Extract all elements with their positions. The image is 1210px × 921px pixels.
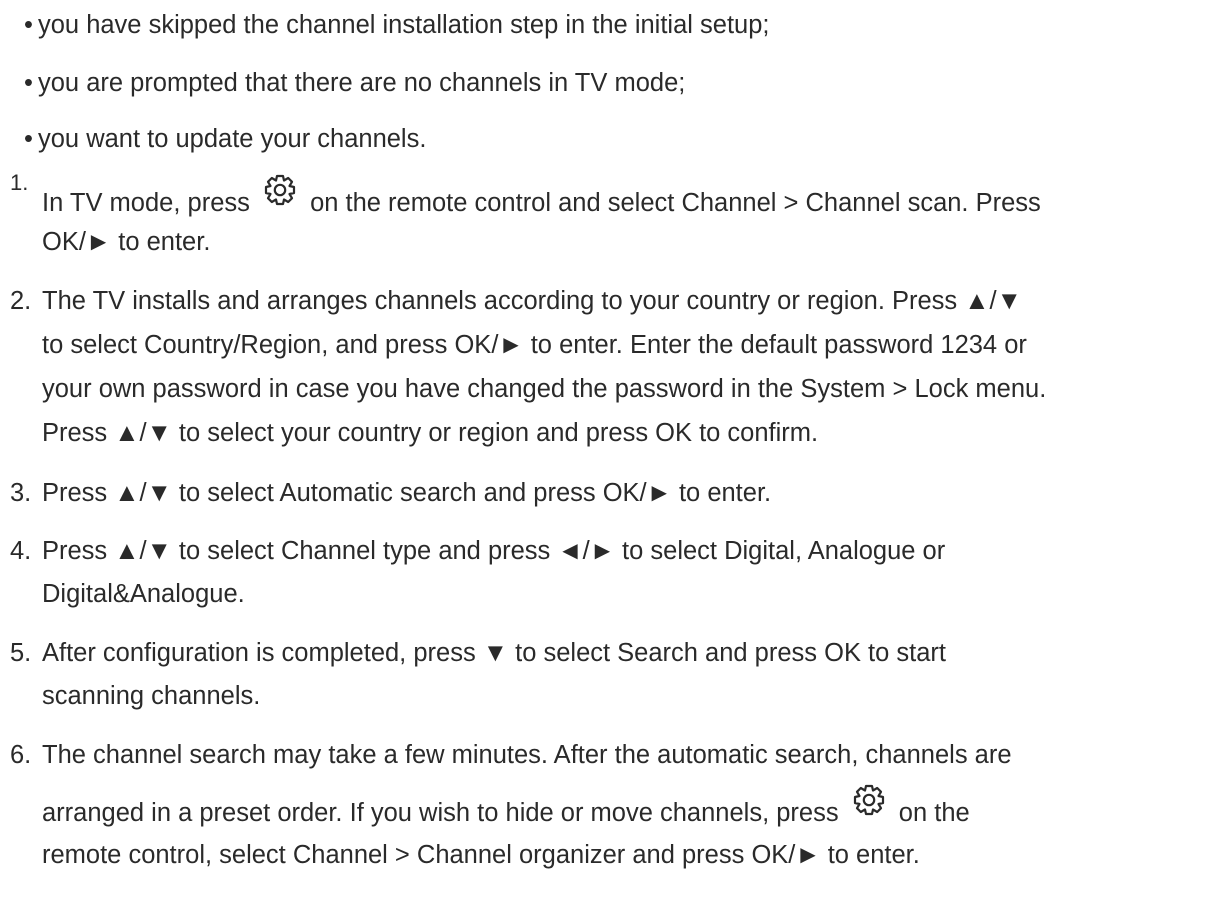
step-4-line-2: Digital&Analogue. <box>42 580 245 608</box>
step-2-number: 2. <box>10 287 32 315</box>
step-5-line-2: scanning channels. <box>42 682 261 710</box>
step-2-line-3: your own password in case you have chang… <box>42 375 1047 403</box>
step-1-number: 1. <box>10 170 29 195</box>
step-1-line-1: In TV mode, press on the remote control … <box>42 175 1041 222</box>
bullet-symbol: • <box>24 11 33 39</box>
bullet-symbol: • <box>24 69 33 97</box>
bullet-text: you have skipped the channel installatio… <box>38 11 770 39</box>
step-2-line-2: to select Country/Region, and press OK/►… <box>42 331 1027 359</box>
bullet-symbol: • <box>24 125 33 153</box>
step-3-line-1: Press ▲/▼ to select Automatic search and… <box>42 479 772 507</box>
bullet-item: • you want to update your channels. <box>24 120 426 158</box>
step-4-line-1: Press ▲/▼ to select Channel type and pre… <box>42 537 946 565</box>
step-5-number: 5. <box>10 639 32 667</box>
step-6-line-2: arranged in a preset order. If you wish … <box>42 785 970 832</box>
gear-icon <box>263 173 297 207</box>
step-1-text-a: In TV mode, press <box>42 189 250 217</box>
step-1-text-b: on the remote control and select Channel… <box>310 189 1041 217</box>
bullet-item: • you have skipped the channel installati… <box>24 6 769 44</box>
step-6-line-1: The channel search may take a few minute… <box>42 741 1012 769</box>
step-5-line-1: After configuration is completed, press … <box>42 639 946 667</box>
step-3-number: 3. <box>10 479 32 507</box>
step-1-line-2: OK/► to enter. <box>42 228 211 256</box>
gear-icon <box>852 783 886 817</box>
bullet-text: you are prompted that there are no chann… <box>38 69 686 97</box>
bullet-item: • you are prompted that there are no chan… <box>24 64 685 102</box>
bullet-text: you want to update your channels. <box>38 125 427 153</box>
step-6-text-a: arranged in a preset order. If you wish … <box>42 799 839 827</box>
step-4-number: 4. <box>10 537 32 565</box>
step-6-text-b: on the <box>898 799 970 827</box>
step-6-number: 6. <box>10 741 32 769</box>
step-6-line-3: remote control, select Channel > Channel… <box>42 841 920 869</box>
step-2-line-4: Press ▲/▼ to select your country or regi… <box>42 419 819 447</box>
step-2-line-1: The TV installs and arranges channels ac… <box>42 287 1022 315</box>
